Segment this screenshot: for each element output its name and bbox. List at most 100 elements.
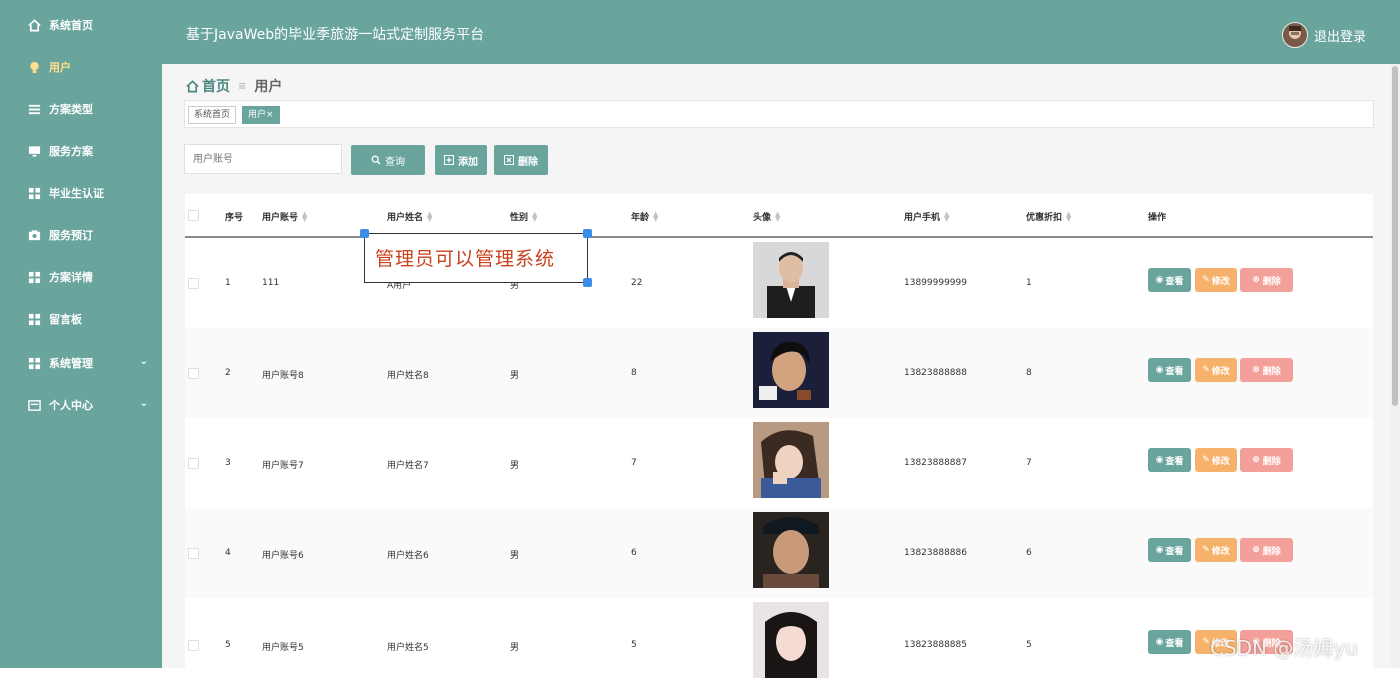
view-button[interactable]: ◉ 查看 — [1148, 538, 1191, 562]
resize-handle-icon[interactable] — [583, 278, 592, 287]
sidebar-item-plan-detail[interactable]: 方案详情 — [0, 256, 162, 298]
cell-index: 1 — [225, 278, 231, 288]
cell-discount: 1 — [1026, 278, 1032, 288]
edit-button[interactable]: ✎ 修改 — [1195, 268, 1237, 292]
user-avatar-image — [753, 332, 829, 408]
cell-name: 用户姓名8 — [387, 371, 429, 381]
eye-icon: ◉ — [1155, 455, 1164, 465]
sidebar-item-label: 留言板 — [49, 313, 82, 326]
close-handle-icon[interactable] — [583, 229, 592, 238]
sort-icon[interactable]: ▲ ▼ — [775, 210, 780, 222]
tag-user[interactable]: 用户× — [242, 106, 280, 124]
view-button[interactable]: ◉ 查看 — [1148, 358, 1191, 382]
edit-button[interactable]: ✎ 修改 — [1195, 358, 1237, 382]
select-all-checkbox[interactable] — [188, 210, 199, 221]
row-delete-button[interactable]: ⊗ 删除 — [1240, 448, 1293, 472]
sidebar-item-label: 系统首页 — [49, 19, 93, 32]
view-button[interactable]: ◉ 查看 — [1148, 448, 1191, 472]
sidebar-item-home[interactable]: 系统首页 — [0, 4, 162, 46]
header-discount[interactable]: 优惠折扣 ▲ ▼ — [1026, 210, 1071, 223]
main-content: 首页 ≡ 用户 系统首页 用户× 查询 添加 删除 序号 用户账号▲▼ 用户姓名… — [162, 64, 1390, 678]
cell-gender: 男 — [510, 461, 520, 471]
row-checkbox[interactable] — [188, 640, 199, 651]
row-checkbox[interactable] — [188, 278, 199, 289]
cell-discount: 7 — [1026, 458, 1032, 468]
cell-index: 5 — [225, 640, 231, 650]
view-button[interactable]: ◉ 查看 — [1148, 268, 1191, 292]
cell-name: 用户姓名6 — [387, 551, 429, 561]
annotation-text: 管理员可以管理系统 — [375, 248, 556, 270]
cell-phone: 13823888886 — [904, 548, 967, 558]
rotate-handle-icon[interactable] — [360, 229, 369, 238]
eye-icon: ◉ — [1155, 365, 1164, 375]
sidebar-item-message-board[interactable]: 留言板 — [0, 298, 162, 340]
sort-icon[interactable]: ▲ ▼ — [427, 210, 432, 222]
sidebar-item-user[interactable]: 用户 — [0, 46, 162, 88]
home-icon — [186, 79, 199, 93]
query-button[interactable]: 查询 — [351, 145, 425, 175]
header-avatar[interactable]: 头像 ▲ ▼ — [753, 210, 780, 223]
grid-icon — [27, 270, 41, 284]
sidebar-item-label: 用户 — [49, 61, 71, 74]
avatar[interactable] — [1282, 22, 1308, 48]
header-index: 序号 — [225, 213, 244, 223]
add-button[interactable]: 添加 — [435, 145, 487, 175]
sidebar-item-booking[interactable]: 服务预订 — [0, 214, 162, 256]
cell-name: 用户姓名7 — [387, 461, 429, 471]
edit-icon: ✎ — [1202, 637, 1210, 647]
edit-button[interactable]: ✎ 修改 — [1195, 448, 1237, 472]
delete-square-icon — [504, 155, 514, 165]
header-account[interactable]: 用户账号 ▲ ▼ — [262, 210, 307, 223]
eye-icon: ◉ — [1155, 275, 1164, 285]
delete-icon: ⊗ — [1252, 365, 1260, 375]
row-delete-button[interactable]: ⊗ 删除 — [1240, 538, 1293, 562]
row-delete-button[interactable]: ⊗ 删除 — [1240, 268, 1293, 292]
sidebar-item-personal-center[interactable]: 个人中心 ⌄ — [0, 384, 162, 426]
sort-icon[interactable]: ▲ ▼ — [653, 210, 658, 222]
sort-icon[interactable]: ▲ ▼ — [532, 210, 537, 222]
view-button[interactable]: ◉ 查看 — [1148, 630, 1191, 654]
cell-gender: 男 — [510, 371, 520, 381]
search-icon — [371, 155, 381, 165]
row-checkbox[interactable] — [188, 368, 199, 379]
row-checkbox[interactable] — [188, 548, 199, 559]
sort-icon[interactable]: ▲ ▼ — [1066, 210, 1071, 222]
tags-bar: 系统首页 用户× — [184, 100, 1374, 128]
tag-label: 用户 — [248, 110, 267, 120]
breadcrumb-home[interactable]: 首页 — [202, 76, 230, 96]
cell-age: 5 — [631, 640, 637, 650]
scrollbar[interactable] — [1390, 64, 1400, 668]
cell-index: 3 — [225, 458, 231, 468]
header-gender[interactable]: 性别 ▲ ▼ — [510, 210, 537, 223]
header-phone[interactable]: 用户手机 ▲ ▼ — [904, 210, 949, 223]
cell-phone: 13823888887 — [904, 458, 967, 468]
edit-icon: ✎ — [1202, 275, 1210, 285]
user-avatar-image — [753, 512, 829, 588]
header-age[interactable]: 年龄 ▲ ▼ — [631, 210, 658, 223]
delete-button[interactable]: 删除 — [494, 145, 548, 175]
sidebar-item-graduate-auth[interactable]: 毕业生认证 — [0, 172, 162, 214]
search-input[interactable] — [184, 144, 342, 174]
logout-button[interactable]: 退出登录 — [1314, 26, 1366, 45]
annotation-textbox[interactable]: 管理员可以管理系统 — [360, 229, 592, 287]
close-icon[interactable]: × — [266, 110, 274, 120]
app-title: 基于JavaWeb的毕业季旅游一站式定制服务平台 — [186, 27, 485, 43]
sort-icon[interactable]: ▲ ▼ — [302, 210, 307, 222]
cell-age: 6 — [631, 548, 637, 558]
scrollbar-thumb[interactable] — [1392, 66, 1398, 406]
row-delete-button[interactable]: ⊗ 删除 — [1240, 358, 1293, 382]
sidebar-item-plan-type[interactable]: 方案类型 — [0, 88, 162, 130]
sidebar-item-system-management[interactable]: 系统管理 ⌄ — [0, 342, 162, 384]
sidebar-item-label: 毕业生认证 — [49, 187, 104, 200]
sidebar-item-service-plan[interactable]: 服务方案 — [0, 130, 162, 172]
header-name[interactable]: 用户姓名 ▲ ▼ — [387, 210, 432, 223]
sidebar-item-label: 服务预订 — [49, 229, 93, 242]
cell-age: 22 — [631, 278, 643, 288]
table-row: 2 用户账号8 用户姓名8 男 8 13823888888 8 ◉ 查看 ✎ 修改 … — [185, 328, 1373, 418]
query-button-label: 查询 — [385, 156, 405, 168]
tag-home[interactable]: 系统首页 — [188, 106, 237, 124]
row-checkbox[interactable] — [188, 458, 199, 469]
sort-icon[interactable]: ▲ ▼ — [944, 210, 949, 222]
eye-icon: ◉ — [1155, 637, 1164, 647]
edit-button[interactable]: ✎ 修改 — [1195, 538, 1237, 562]
